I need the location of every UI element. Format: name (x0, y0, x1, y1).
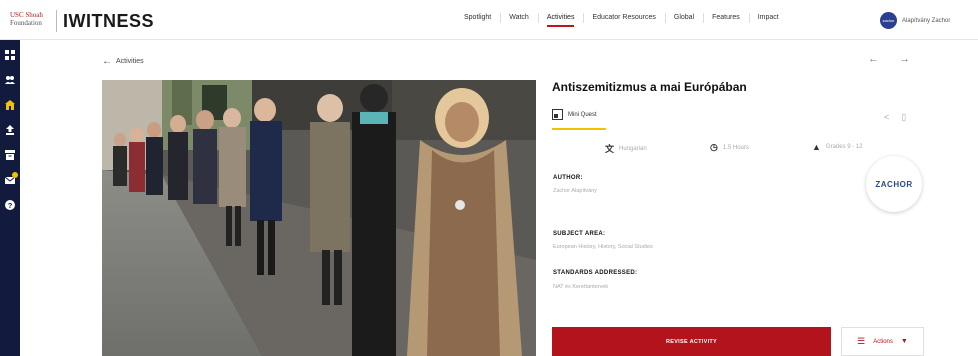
activity-type-underline (552, 128, 606, 130)
mini-quest-icon (552, 109, 563, 120)
notification-badge (12, 172, 18, 178)
author-logo[interactable]: ZACHOR (866, 156, 922, 212)
clock-icon: ◷ (710, 142, 718, 152)
nav-label: Watch (509, 14, 529, 21)
previous-arrow-icon[interactable]: ← (868, 53, 879, 65)
mail-icon[interactable] (4, 172, 18, 186)
chevron-down-icon: ▼ (900, 338, 908, 345)
nav-global[interactable]: Global (664, 13, 703, 23)
bookmark-icon[interactable]: ▯ (901, 112, 906, 123)
dashboard-icon[interactable] (4, 49, 16, 61)
breadcrumb[interactable]: ← Activities (102, 56, 144, 67)
top-navigation-bar: USC Shoah Foundation IWITNESS Spotlight … (0, 0, 978, 40)
language-meta: 文 Hungarian (605, 142, 647, 155)
logo-divider (56, 10, 57, 32)
share-actions: < ▯ (884, 112, 906, 123)
actions-label: Actions (873, 338, 893, 345)
nav-label: Spotlight (464, 14, 492, 21)
duration-value: 1.5 Hours (722, 144, 749, 151)
share-icon[interactable]: < (884, 112, 889, 123)
translate-icon: 文 (605, 144, 615, 154)
next-arrow-icon[interactable]: → (899, 53, 910, 65)
nav-label: Features (712, 14, 740, 21)
users-icon[interactable] (4, 74, 16, 86)
list-icon: ☰ (857, 336, 866, 346)
activity-pager: ← → (868, 53, 910, 65)
user-menu[interactable]: zachor Alapítvány Zachor (880, 12, 950, 29)
actions-dropdown[interactable]: ☰ Actions ▼ (841, 327, 924, 356)
nav-watch[interactable]: Watch (500, 13, 538, 23)
archive-icon[interactable] (4, 149, 16, 161)
nav-label: Activities (546, 14, 575, 21)
usc-shoah-foundation-logo[interactable]: USC Shoah Foundation (10, 11, 43, 27)
activity-type: Mini Quest (552, 109, 597, 120)
iwitness-logo[interactable]: IWITNESS (63, 11, 154, 32)
home-icon[interactable] (4, 99, 16, 111)
standards-value: NAT és Kerettantervek (553, 284, 609, 290)
nav-educator-resources[interactable]: Educator Resources (583, 13, 664, 23)
grades-meta: ▲ Grades 9 - 12 (812, 142, 863, 152)
help-icon[interactable]: ? (4, 199, 16, 211)
active-nav-underline (546, 25, 575, 27)
nav-label: Educator Resources (592, 14, 656, 21)
language-value: Hungarian (619, 145, 647, 152)
nav-features[interactable]: Features (703, 13, 749, 23)
nav-label: Global (673, 14, 695, 21)
avatar: zachor (880, 12, 897, 29)
upload-icon[interactable] (4, 124, 16, 136)
logo-line-1: USC Shoah (10, 11, 43, 19)
breadcrumb-label: Activities (116, 58, 144, 65)
activity-cover-image (102, 80, 536, 356)
grades-value: Grades 9 - 12 (825, 144, 863, 150)
graduation-cap-icon: ▲ (812, 142, 821, 152)
subject-area-value: European History, History, Social Studie… (553, 244, 653, 250)
revise-activity-button[interactable]: REVISE ACTIVITY (552, 327, 831, 356)
subject-area-heading: SUBJECT AREA: (553, 231, 606, 237)
nav-activities[interactable]: Activities (537, 13, 584, 27)
author-value[interactable]: Zachor Alapítvány (553, 188, 597, 194)
author-heading: AUTHOR: (553, 175, 583, 181)
duration-meta: ◷ 1.5 Hours (710, 142, 749, 153)
user-name: Alapítvány Zachor (902, 17, 951, 24)
nav-label: Impact (757, 14, 779, 21)
nav-impact[interactable]: Impact (748, 13, 788, 23)
left-sidebar: ? (0, 40, 20, 356)
svg-text:?: ? (8, 201, 13, 210)
main-nav: Spotlight Watch Activities Educator Reso… (455, 13, 788, 27)
back-arrow-icon: ← (102, 56, 112, 67)
activity-title: Antiszemitizmus a mai Európában (552, 80, 747, 94)
nav-spotlight[interactable]: Spotlight (455, 14, 500, 21)
logo-line-2: Foundation (10, 19, 42, 27)
standards-heading: STANDARDS ADDRESSED: (553, 270, 638, 276)
cover-photo-illustration (102, 80, 536, 356)
activity-type-label: Mini Quest (568, 111, 597, 118)
